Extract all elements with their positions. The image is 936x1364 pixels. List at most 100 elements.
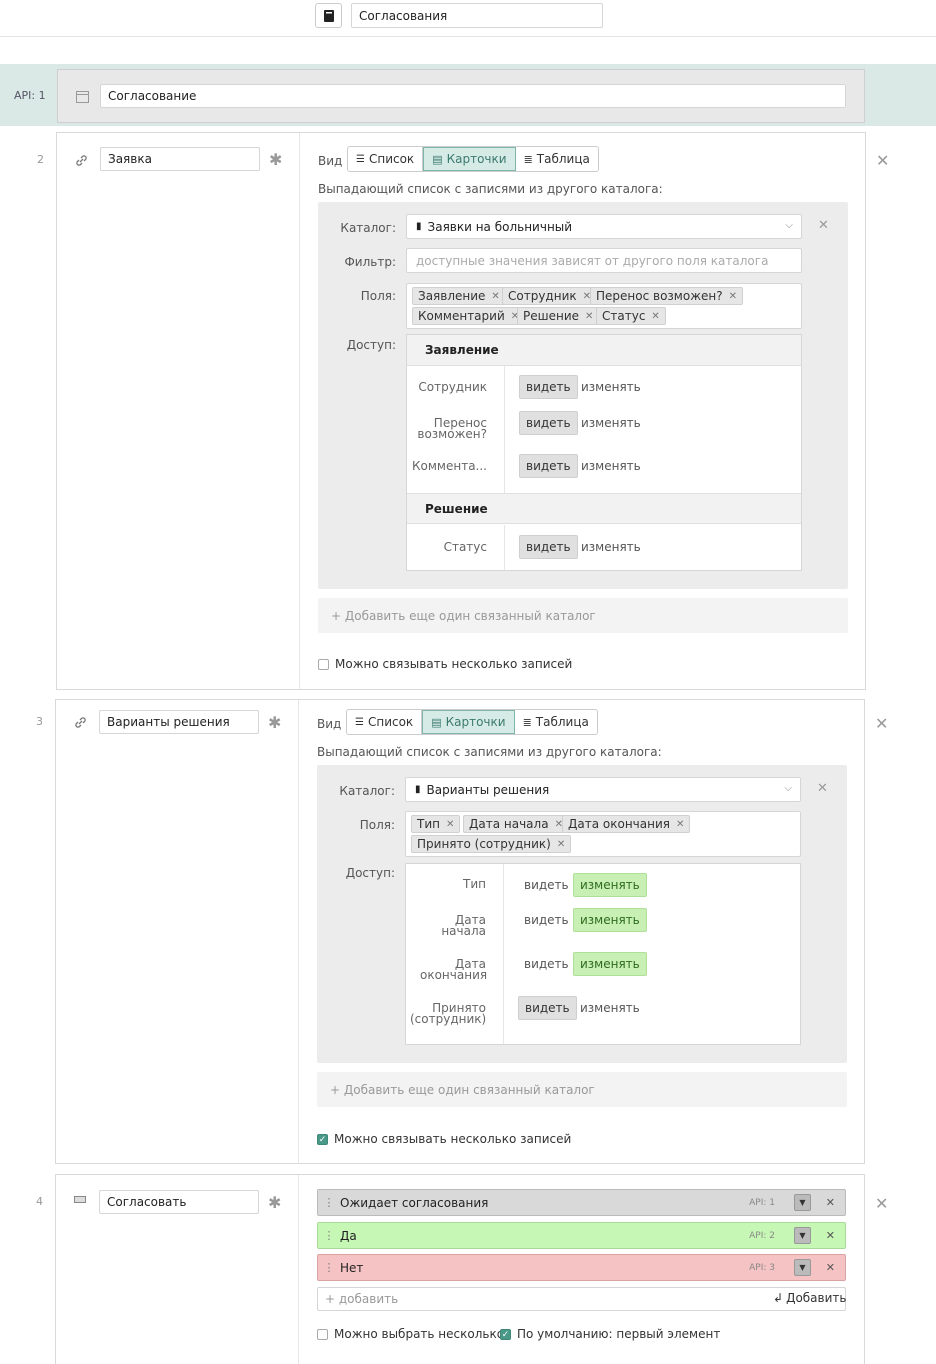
catalog-name-input[interactable]: Согласования bbox=[351, 3, 603, 28]
field-tag[interactable]: Сотрудник ✕ bbox=[502, 287, 598, 305]
field-card-varianty: Варианты решения ✱ Вид ☰ Список ▤ Карточки… bbox=[55, 699, 865, 1164]
drag-handle-icon[interactable]: ⋮ bbox=[318, 1196, 340, 1209]
drag-handle-icon[interactable]: ⋮ bbox=[318, 1261, 340, 1274]
field-tag[interactable]: Статус ✕ bbox=[596, 307, 666, 325]
remove-option-icon[interactable]: ✕ bbox=[826, 1229, 835, 1242]
view-cards-button[interactable]: ▤ Карточки bbox=[423, 147, 516, 171]
add-option-input[interactable]: + добавить bbox=[317, 1287, 846, 1311]
edit-toggle[interactable]: изменять bbox=[575, 454, 647, 478]
remove-tag-icon[interactable]: ✕ bbox=[446, 819, 454, 830]
enter-icon: ↲ bbox=[773, 1291, 784, 1305]
option-api: API: 3 bbox=[749, 1262, 775, 1273]
enum-option-row[interactable]: ⋮ Нет API: 3 ▼ ✕ bbox=[317, 1254, 846, 1281]
edit-toggle[interactable]: изменять bbox=[575, 411, 647, 435]
remove-tag-icon[interactable]: ✕ bbox=[676, 819, 684, 830]
remove-field-icon[interactable]: ✕ bbox=[875, 716, 888, 732]
edit-toggle[interactable]: изменять bbox=[575, 535, 647, 559]
field-tag-label: Дата окончания bbox=[568, 817, 670, 831]
view-toggle[interactable]: видеть bbox=[518, 996, 577, 1020]
fields-tagbox[interactable]: Тип ✕ Дата начала ✕ Дата окончания ✕ Принят… bbox=[405, 811, 801, 857]
fields-tagbox[interactable]: Заявление ✕ Сотрудник ✕ Перенос возможен? ✕… bbox=[406, 283, 802, 329]
field-name-input[interactable]: Заявка bbox=[100, 147, 260, 171]
remove-catalog-icon[interactable]: ✕ bbox=[818, 218, 829, 234]
chevron-down-icon: ⌵ bbox=[785, 220, 793, 231]
required-star-icon[interactable]: ✱ bbox=[268, 1195, 281, 1211]
add-option-button[interactable]: ↲ Добавить bbox=[773, 1291, 846, 1305]
remove-tag-icon[interactable]: ✕ bbox=[491, 291, 499, 302]
edit-toggle[interactable]: изменять bbox=[573, 952, 647, 976]
filter-input[interactable]: доступные значения зависят от другого по… bbox=[406, 248, 802, 273]
remove-tag-icon[interactable]: ✕ bbox=[557, 839, 565, 850]
remove-option-icon[interactable]: ✕ bbox=[826, 1196, 835, 1209]
view-toggle[interactable]: видеть bbox=[518, 908, 575, 932]
required-star-icon[interactable]: ✱ bbox=[268, 715, 281, 731]
edit-toggle[interactable]: изменять bbox=[574, 996, 646, 1020]
view-list-button[interactable]: ☰ Список bbox=[347, 710, 423, 734]
field-tag[interactable]: Дата окончания ✕ bbox=[562, 815, 691, 833]
catalog-icon-button[interactable] bbox=[315, 3, 342, 28]
view-toggle[interactable]: видеть bbox=[519, 454, 578, 478]
view-list-button[interactable]: ☰ Список bbox=[348, 147, 424, 171]
view-list-label: Список bbox=[367, 715, 414, 729]
enum-icon bbox=[74, 1196, 86, 1203]
enum-option-row[interactable]: ⋮ Да API: 2 ▼ ✕ bbox=[317, 1222, 846, 1249]
catalog-select[interactable]: ▮ Варианты решения ⌵ bbox=[405, 777, 801, 802]
multi-select-checkbox[interactable]: Можно выбрать несколько bbox=[317, 1327, 504, 1341]
add-linked-catalog-button[interactable]: + Добавить еще один связанный каталог bbox=[317, 1072, 847, 1107]
view-table-button[interactable]: ≣ Таблица bbox=[515, 710, 597, 734]
access-field-label: Сотрудник bbox=[418, 380, 487, 394]
required-star-icon[interactable]: ✱ bbox=[269, 152, 282, 168]
checkbox-box[interactable] bbox=[317, 1328, 328, 1340]
multi-link-checkbox[interactable]: Можно связывать несколько записей bbox=[318, 657, 572, 671]
multi-link-checkbox[interactable]: ✓ Можно связывать несколько записей bbox=[317, 1132, 571, 1146]
edit-toggle[interactable]: изменять bbox=[575, 375, 647, 399]
remove-field-icon[interactable]: ✕ bbox=[876, 153, 889, 169]
field-tag-label: Дата начала bbox=[469, 817, 549, 831]
catalog-panel: Каталог: ▮ Варианты решения ⌵ ✕ Поля: Тип… bbox=[317, 765, 847, 1063]
field-tag[interactable]: Решение ✕ bbox=[517, 307, 600, 325]
default-first-checkbox[interactable]: ✓ По умолчанию: первый элемент bbox=[500, 1327, 720, 1341]
drag-handle-icon[interactable]: ⋮ bbox=[318, 1229, 340, 1242]
remove-catalog-icon[interactable]: ✕ bbox=[817, 781, 828, 797]
view-toggle[interactable]: видеть bbox=[518, 952, 575, 976]
color-dropdown-icon[interactable]: ▼ bbox=[794, 1194, 811, 1211]
option-api: API: 1 bbox=[749, 1197, 775, 1208]
field-name-input[interactable]: Согласовать bbox=[99, 1190, 259, 1214]
field-tag[interactable]: Тип ✕ bbox=[411, 815, 461, 833]
view-toggle[interactable]: видеть bbox=[519, 535, 578, 559]
remove-tag-icon[interactable]: ✕ bbox=[729, 291, 737, 302]
view-cards-button[interactable]: ▤ Карточки bbox=[422, 710, 515, 734]
edit-toggle[interactable]: изменять bbox=[573, 873, 647, 897]
field-tag[interactable]: Принято (сотрудник) ✕ bbox=[411, 835, 572, 853]
field-tag[interactable]: Перенос возможен? ✕ bbox=[590, 287, 743, 305]
edit-toggle[interactable]: изменять bbox=[573, 908, 647, 932]
view-toggle[interactable]: видеть bbox=[519, 375, 578, 399]
option-label: Да bbox=[340, 1228, 357, 1243]
view-toggle[interactable]: видеть bbox=[518, 873, 575, 897]
enum-option-row[interactable]: ⋮ Ожидает согласования API: 1 ▼ ✕ bbox=[317, 1189, 846, 1216]
add-linked-catalog-button[interactable]: + Добавить еще один связанный каталог bbox=[318, 598, 848, 633]
field-tag[interactable]: Комментарий ✕ bbox=[412, 307, 526, 325]
view-toggle[interactable]: видеть bbox=[519, 411, 578, 435]
record-name-input[interactable]: Согласование bbox=[100, 84, 846, 108]
remove-tag-icon[interactable]: ✕ bbox=[651, 311, 659, 322]
checkbox-label: Можно связывать несколько записей bbox=[334, 1132, 572, 1146]
fields-label: Поля: bbox=[360, 289, 396, 303]
checkbox-box[interactable]: ✓ bbox=[500, 1328, 511, 1340]
color-dropdown-icon[interactable]: ▼ bbox=[794, 1259, 811, 1276]
group-header: Решение bbox=[407, 493, 801, 524]
field-name-input[interactable]: Варианты решения bbox=[99, 710, 259, 734]
checkbox-box[interactable]: ✓ bbox=[317, 1133, 328, 1145]
access-label: Доступ: bbox=[346, 338, 396, 352]
remove-field-icon[interactable]: ✕ bbox=[875, 1196, 888, 1212]
field-tag[interactable]: Заявление ✕ bbox=[412, 287, 506, 305]
checkbox-box[interactable] bbox=[318, 658, 329, 670]
field-tag[interactable]: Дата начала ✕ bbox=[463, 815, 569, 833]
remove-option-icon[interactable]: ✕ bbox=[826, 1261, 835, 1274]
catalog-select[interactable]: ▮ Заявки на больничный ⌵ bbox=[406, 214, 802, 239]
book-icon: ▮ bbox=[416, 221, 422, 232]
color-dropdown-icon[interactable]: ▼ bbox=[794, 1227, 811, 1244]
field-number: 3 bbox=[36, 715, 43, 728]
remove-tag-icon[interactable]: ✕ bbox=[585, 311, 593, 322]
view-table-button[interactable]: ≣ Таблица bbox=[516, 147, 598, 171]
